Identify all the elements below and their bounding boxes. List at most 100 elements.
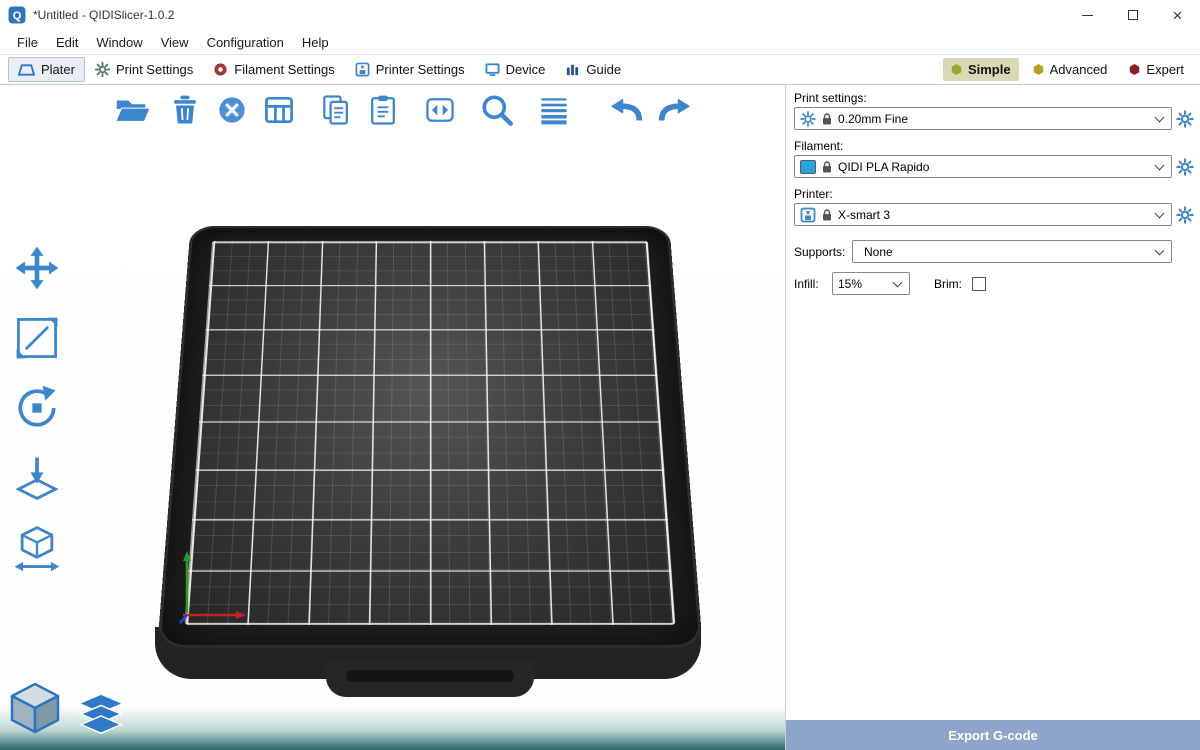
app-logo-icon: Q: [8, 6, 26, 24]
gear-icon: [800, 111, 816, 127]
tab-guide[interactable]: Guide: [555, 57, 631, 82]
search-button[interactable]: [477, 90, 517, 130]
infill-combo[interactable]: 15%: [832, 272, 910, 295]
filament-gear-button[interactable]: [1174, 158, 1196, 176]
print-settings-gear-icon: [95, 62, 110, 77]
mode-label: Advanced: [1050, 62, 1108, 77]
tab-label: Plater: [41, 62, 75, 77]
expert-mode-hex-icon: [1129, 64, 1140, 75]
split-icon: [422, 92, 458, 128]
svg-text:Q: Q: [13, 10, 22, 22]
printer-settings-icon: [355, 62, 370, 77]
mode-switcher: Simple Advanced Expert: [943, 58, 1192, 81]
preview-view-button[interactable]: [78, 693, 124, 742]
layer-height-icon: [536, 92, 572, 128]
mode-label: Simple: [968, 62, 1011, 77]
menu-configuration[interactable]: Configuration: [198, 33, 293, 52]
variable-layer-height-button[interactable]: [534, 90, 574, 130]
delete-button[interactable]: [165, 90, 205, 130]
advanced-mode-hex-icon: [1033, 64, 1044, 75]
redo-button[interactable]: [654, 90, 694, 130]
delete-all-button[interactable]: [212, 90, 252, 130]
print-settings-label: Print settings:: [794, 91, 1192, 105]
brim-label: Brim:: [934, 277, 966, 291]
gear-icon: [1176, 110, 1194, 128]
move-tool-button[interactable]: [10, 241, 64, 295]
tab-label: Device: [506, 62, 546, 77]
move-icon: [11, 242, 63, 294]
export-gcode-button[interactable]: Export G-code: [786, 720, 1200, 750]
minimize-button[interactable]: [1065, 0, 1110, 30]
arrange-grid-icon: [261, 92, 297, 128]
printer-value: X-smart 3: [838, 208, 1151, 222]
undo-icon: [608, 91, 646, 129]
mode-simple[interactable]: Simple: [943, 58, 1019, 81]
cube-3d-view-icon: [6, 679, 64, 737]
tab-label: Filament Settings: [234, 62, 334, 77]
menu-file[interactable]: File: [8, 33, 47, 52]
paste-button[interactable]: [363, 90, 403, 130]
mode-label: Expert: [1146, 62, 1184, 77]
tab-label: Printer Settings: [376, 62, 465, 77]
filament-combo[interactable]: QIDI PLA Rapido: [794, 155, 1172, 178]
close-button[interactable]: ×: [1155, 0, 1200, 30]
brim-checkbox[interactable]: [972, 277, 986, 291]
open-button[interactable]: [112, 90, 152, 130]
maximize-button[interactable]: [1110, 0, 1155, 30]
supports-label: Supports:: [794, 245, 846, 259]
chevron-down-icon: [1155, 112, 1165, 122]
menu-window[interactable]: Window: [87, 33, 151, 52]
viewport-3d[interactable]: [0, 85, 785, 750]
print-settings-gear-button[interactable]: [1174, 110, 1196, 128]
scale-tool-button[interactable]: [10, 311, 64, 365]
tab-device[interactable]: Device: [475, 57, 556, 82]
place-on-face-icon: [11, 452, 63, 504]
printer-gear-button[interactable]: [1174, 206, 1196, 224]
split-button[interactable]: [420, 90, 460, 130]
chevron-down-icon: [1155, 160, 1165, 170]
menu-help[interactable]: Help: [293, 33, 338, 52]
trash-icon: [167, 92, 203, 128]
filament-label: Filament:: [794, 139, 1192, 153]
scale-to-fit-tool-button[interactable]: [10, 521, 64, 575]
tab-plater[interactable]: Plater: [8, 57, 85, 82]
menu-edit[interactable]: Edit: [47, 33, 87, 52]
redo-icon: [655, 91, 693, 129]
gear-icon: [1176, 206, 1194, 224]
tab-printer-settings[interactable]: Printer Settings: [345, 57, 475, 82]
place-on-face-tool-button[interactable]: [10, 451, 64, 505]
paste-clipboard-icon: [365, 92, 401, 128]
window-controls: ×: [1065, 0, 1200, 30]
menu-view[interactable]: View: [152, 33, 198, 52]
tab-label: Print Settings: [116, 62, 193, 77]
supports-combo[interactable]: None: [852, 240, 1172, 263]
minimize-icon: [1082, 15, 1093, 16]
print-settings-combo[interactable]: 0.20mm Fine: [794, 107, 1172, 130]
arrange-button[interactable]: [259, 90, 299, 130]
gear-icon: [1176, 158, 1194, 176]
coordinate-axes: [176, 549, 256, 629]
supports-value: None: [858, 245, 1151, 259]
gizmo-toolbar: [10, 241, 64, 575]
chevron-down-icon: [1155, 208, 1165, 218]
mode-expert[interactable]: Expert: [1121, 58, 1192, 81]
copy-button[interactable]: [316, 90, 356, 130]
main-content: Print settings: 0.20mm Fine: [0, 85, 1200, 750]
print-settings-value: 0.20mm Fine: [838, 112, 1151, 126]
rotate-tool-button[interactable]: [10, 381, 64, 435]
printer-label: Printer:: [794, 187, 1192, 201]
tabbar: Plater Print Settings Filament Settings: [0, 54, 1200, 85]
undo-button[interactable]: [607, 90, 647, 130]
tab-label: Guide: [586, 62, 621, 77]
printer-combo[interactable]: X-smart 3: [794, 203, 1172, 226]
tab-filament-settings[interactable]: Filament Settings: [203, 57, 344, 82]
mode-advanced[interactable]: Advanced: [1025, 58, 1116, 81]
tab-print-settings[interactable]: Print Settings: [85, 57, 203, 82]
editor-view-button[interactable]: [6, 679, 64, 742]
filament-color-swatch: [800, 160, 816, 174]
filament-spool-icon: [213, 62, 228, 77]
rotate-icon: [11, 382, 63, 434]
menubar: File Edit Window View Configuration Help: [0, 30, 1200, 54]
copy-icon: [318, 92, 354, 128]
printer-icon: [800, 207, 816, 223]
